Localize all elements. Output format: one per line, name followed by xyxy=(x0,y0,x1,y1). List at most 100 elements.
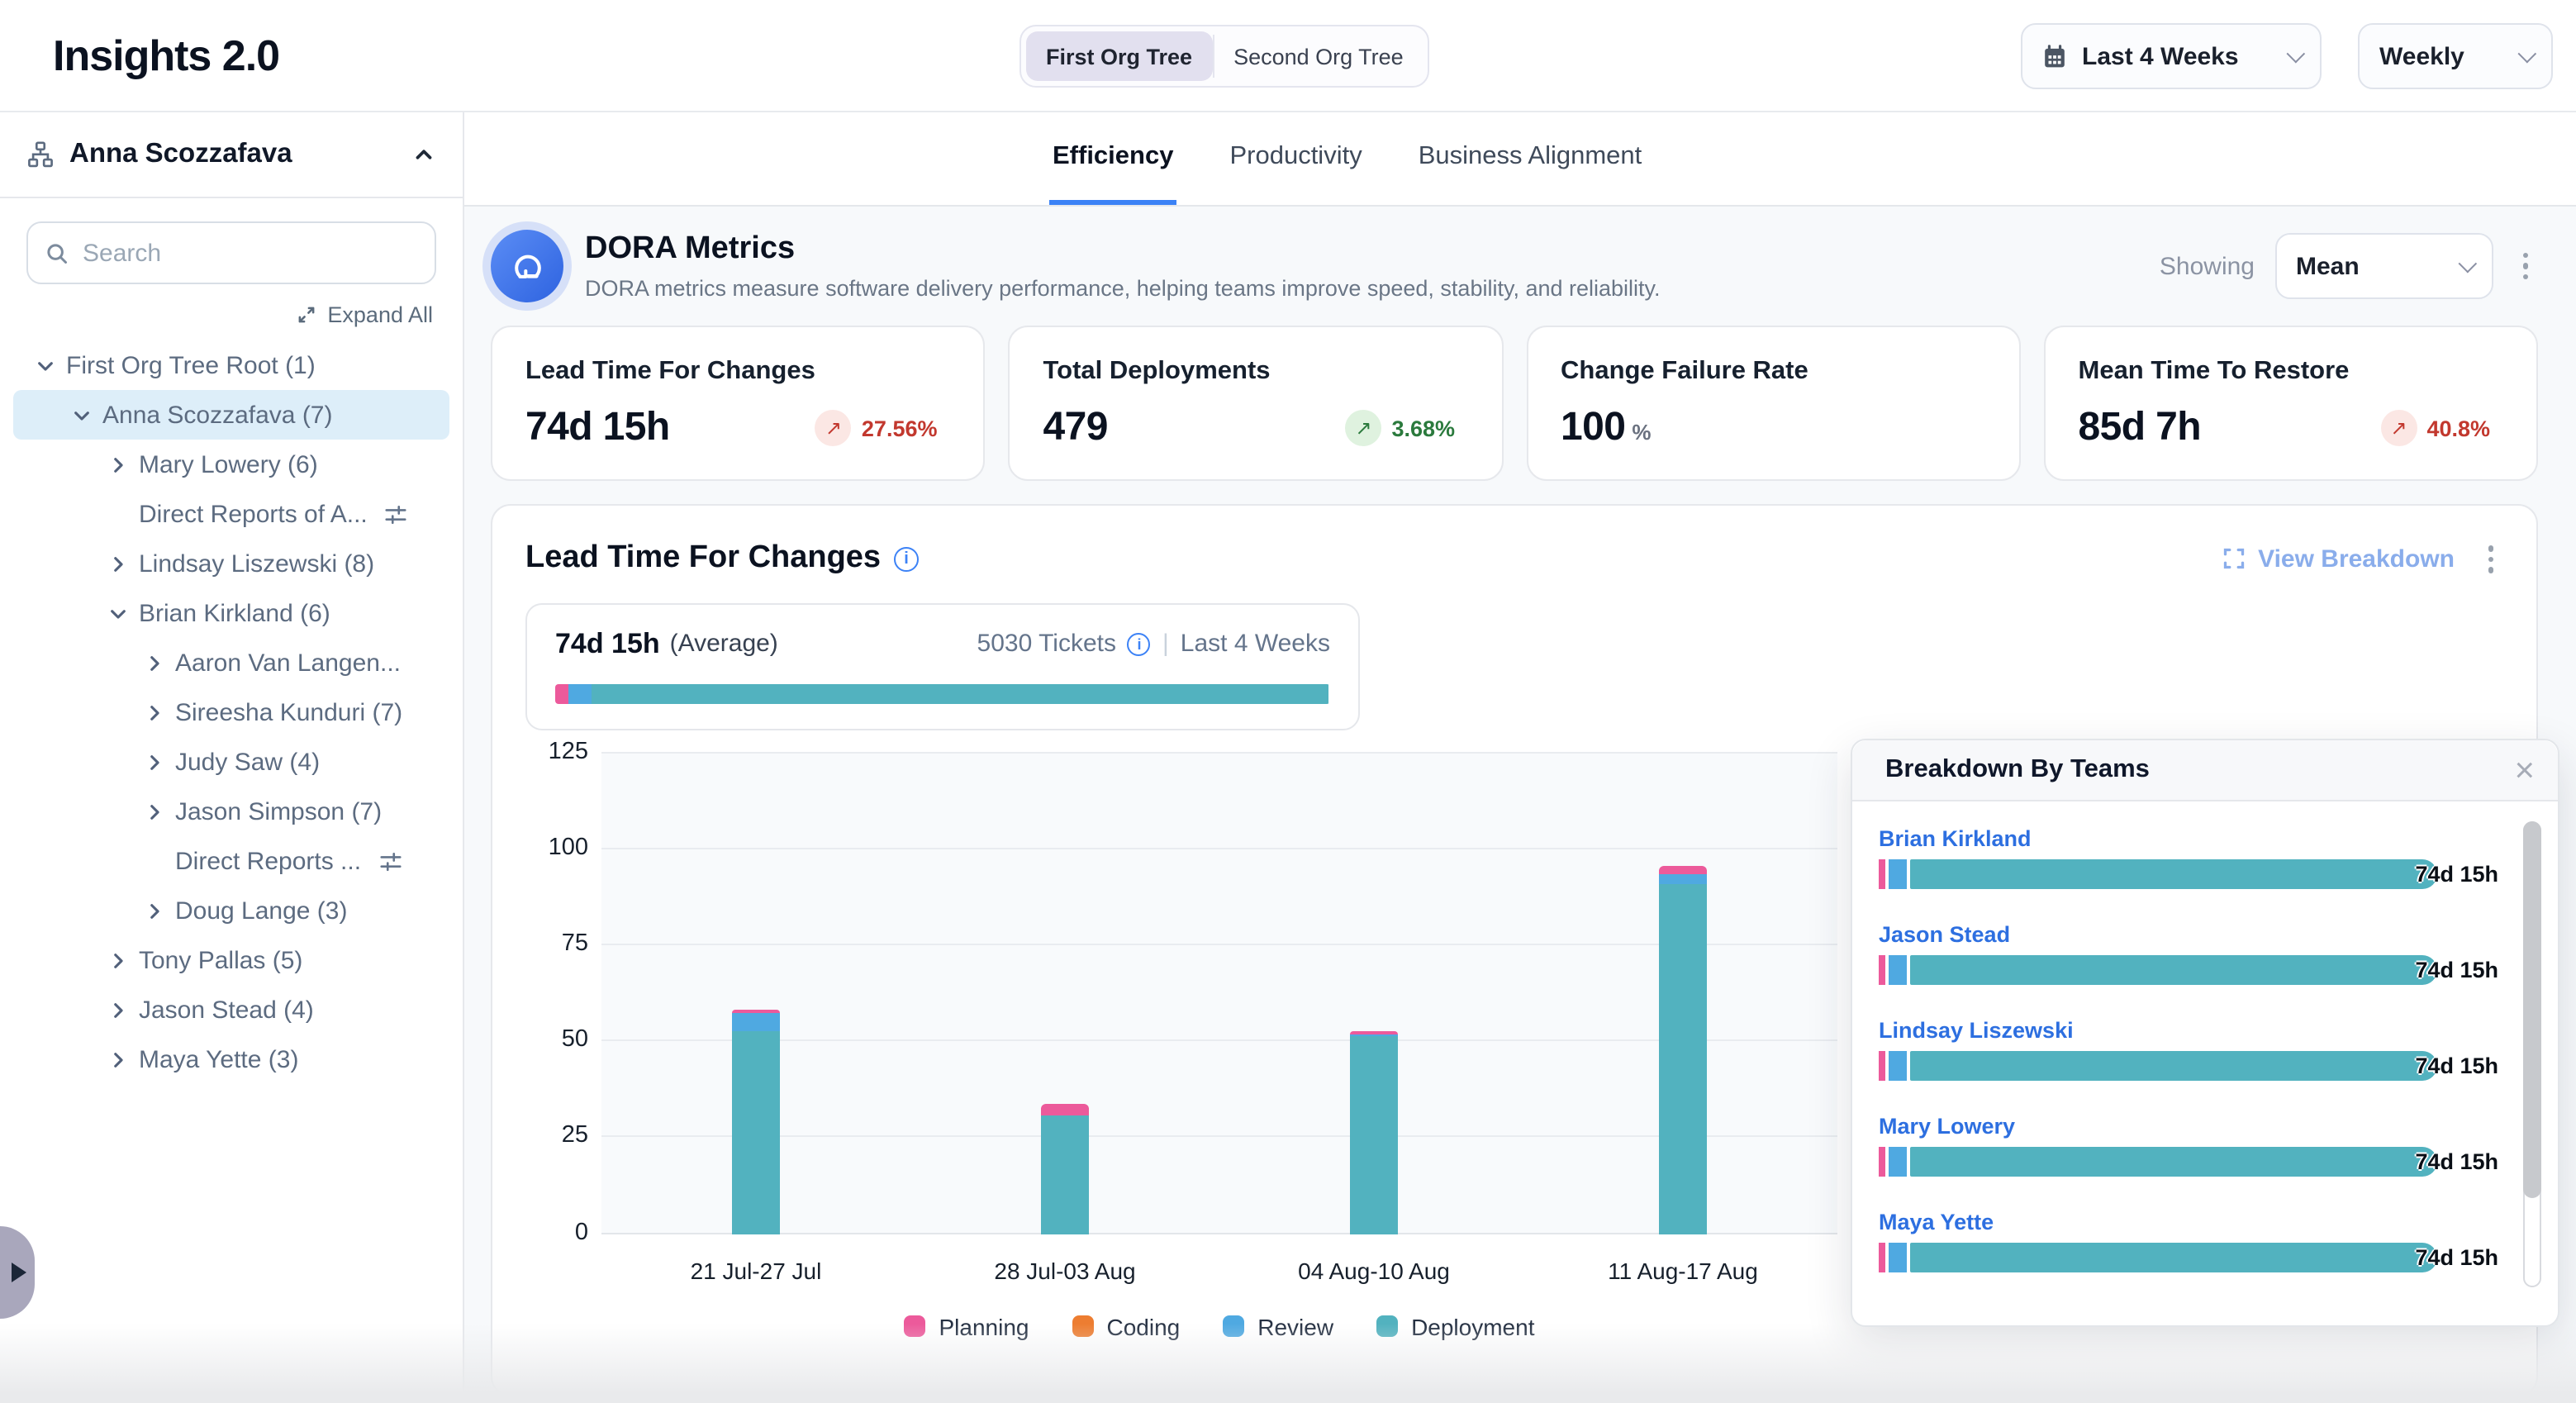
scrollbar-thumb[interactable] xyxy=(2523,821,2541,1198)
org-chart-icon xyxy=(26,140,55,169)
chevron-right-icon[interactable] xyxy=(106,998,129,1021)
tree-item-jason-simpson[interactable]: Jason Simpson (7) xyxy=(13,787,449,836)
metric-card-lead-time-for-changes: Lead Time For Changes74d 15h↗27.56% xyxy=(491,326,986,481)
chevron-right-icon[interactable] xyxy=(142,701,165,724)
main-area: Efficiency Productivity Business Alignme… xyxy=(464,112,2576,1403)
expand-all-icon xyxy=(296,304,317,326)
chevron-down-icon[interactable] xyxy=(33,354,56,377)
team-planning-segment xyxy=(1879,1051,1885,1081)
chevron-right-icon[interactable] xyxy=(106,453,129,476)
chevron-up-icon[interactable] xyxy=(411,142,436,167)
team-review-segment xyxy=(1889,859,1907,889)
legend-swatch-deployment xyxy=(1376,1315,1398,1337)
showing-label: Showing xyxy=(2160,252,2255,280)
dora-header: DORA Metrics DORA metrics measure softwa… xyxy=(491,230,2538,302)
x-axis-label-21-jul-27-jul: 21 Jul-27 Jul xyxy=(640,1257,872,1283)
tree-item-direct-reports[interactable]: Direct Reports ... xyxy=(13,836,449,886)
x-axis-label-28-jul-03-aug: 28 Jul-03 Aug xyxy=(949,1257,1181,1283)
tree-item-brian-kirkland[interactable]: Brian Kirkland (6) xyxy=(13,588,449,638)
bar-11-aug-17-aug-review xyxy=(1659,875,1707,884)
tabset: Efficiency Productivity Business Alignme… xyxy=(1049,112,1645,205)
sidebar-user-header[interactable]: Anna Scozzafava xyxy=(0,112,463,198)
tree-item-sireesha-kunduri[interactable]: Sireesha Kunduri (7) xyxy=(13,687,449,737)
toggle-divider xyxy=(1212,35,1214,78)
gridline-25 xyxy=(601,1136,1837,1138)
chevron-right-icon[interactable] xyxy=(106,949,129,972)
metric-card-value: 85d 7h xyxy=(2079,405,2201,451)
granularity-dropdown[interactable]: Weekly xyxy=(2358,23,2553,89)
expand-all-button[interactable]: Expand All xyxy=(0,302,433,327)
view-breakdown-button[interactable]: View Breakdown xyxy=(2222,545,2455,573)
date-range-dropdown[interactable]: Last 4 Weeks xyxy=(2021,23,2322,89)
legend-item-coding: Coding xyxy=(1072,1313,1181,1339)
tree-item-aaron-van-langen[interactable]: Aaron Van Langen... xyxy=(13,638,449,687)
tree-item-tony-pallas[interactable]: Tony Pallas (5) xyxy=(13,935,449,985)
tree-item-jason-stead[interactable]: Jason Stead (4) xyxy=(13,985,449,1034)
team-link[interactable]: Brian Kirkland xyxy=(1879,826,2558,851)
chevron-down-icon[interactable] xyxy=(69,403,93,426)
tree-item-anna-scozzafava[interactable]: Anna Scozzafava (7) xyxy=(13,390,449,440)
tree-item-maya-yette[interactable]: Maya Yette (3) xyxy=(13,1034,449,1084)
tree-item-label: Brian Kirkland (6) xyxy=(139,599,330,627)
tabs-row: Efficiency Productivity Business Alignme… xyxy=(464,112,2576,207)
calendar-icon xyxy=(2042,44,2067,69)
chevron-right-icon[interactable] xyxy=(106,552,129,575)
lead-time-header: Lead Time For Changes i View Breakdown xyxy=(525,535,2503,583)
lead-time-menu-button[interactable] xyxy=(2478,535,2503,583)
tree-item-label: Mary Lowery (6) xyxy=(139,450,318,478)
dora-menu-button[interactable] xyxy=(2512,243,2538,290)
chart-legend: PlanningCodingReviewDeployment xyxy=(601,1313,1837,1339)
team-review-segment xyxy=(1889,1051,1907,1081)
tree-item-lindsay-liszewski[interactable]: Lindsay Liszewski (8) xyxy=(13,539,449,588)
tree-item-doug-lange[interactable]: Doug Lange (3) xyxy=(13,886,449,935)
team-link[interactable]: Maya Yette xyxy=(1879,1210,2558,1234)
tree-item-judy-saw[interactable]: Judy Saw (4) xyxy=(13,737,449,787)
search-input[interactable] xyxy=(83,239,418,267)
bar-28-jul-03-aug-planning xyxy=(1041,1104,1089,1116)
chevron-right-icon[interactable] xyxy=(142,750,165,773)
team-link[interactable]: Mary Lowery xyxy=(1879,1114,2558,1139)
tree-item-label: Anna Scozzafava (7) xyxy=(102,401,333,429)
close-icon[interactable]: × xyxy=(2514,753,2535,787)
trend-percent: 40.8% xyxy=(2426,416,2490,440)
filter-sliders-icon[interactable] xyxy=(378,849,402,873)
legend-label: Coding xyxy=(1107,1313,1181,1339)
chevron-right-icon[interactable] xyxy=(106,1048,129,1071)
info-icon[interactable]: i xyxy=(1128,632,1151,655)
breakdown-item-maya-yette: Maya Yette74d 15h xyxy=(1879,1210,2558,1272)
team-review-segment xyxy=(1889,1147,1907,1177)
team-link[interactable]: Lindsay Liszewski xyxy=(1879,1018,2558,1043)
tree-item-mary-lowery[interactable]: Mary Lowery (6) xyxy=(13,440,449,489)
tab-efficiency[interactable]: Efficiency xyxy=(1049,112,1176,205)
info-icon[interactable]: i xyxy=(894,547,919,572)
bar-11-aug-17-aug-planning xyxy=(1659,865,1707,874)
toggle-first-org-tree[interactable]: First Org Tree xyxy=(1026,31,1212,81)
team-link[interactable]: Jason Stead xyxy=(1879,922,2558,947)
summary-qualifier: (Average) xyxy=(670,630,778,658)
toggle-second-org-tree[interactable]: Second Org Tree xyxy=(1214,31,1423,81)
breakdown-item-jason-stead: Jason Stead 74d 15h xyxy=(1879,922,2558,985)
date-range-value: Last 4 Weeks xyxy=(2082,42,2239,70)
trend-badge: ↗3.68% xyxy=(1345,410,1455,446)
chevron-right-icon[interactable] xyxy=(142,800,165,823)
metric-card-value: 100% xyxy=(1561,405,1651,451)
breakdown-scrollbar[interactable] xyxy=(2523,821,2541,1287)
chevron-right-icon[interactable] xyxy=(142,899,165,922)
metric-value-text: 74d 15h xyxy=(525,405,670,449)
team-value: 74d 15h xyxy=(2415,958,2498,982)
tree-item-first-org-tree-root[interactable]: First Org Tree Root (1) xyxy=(13,340,449,390)
showing-dropdown[interactable]: Mean xyxy=(2274,233,2493,299)
chevron-right-icon[interactable] xyxy=(142,651,165,674)
granularity-value: Weekly xyxy=(2379,42,2464,70)
team-planning-segment xyxy=(1879,859,1885,889)
tree-item-direct-reports-of-a[interactable]: Direct Reports of A... xyxy=(13,489,449,539)
app-window: Insights 2.0 First Org Tree Second Org T… xyxy=(0,0,2576,1403)
legend-swatch-coding xyxy=(1072,1315,1094,1337)
metric-card-title: Total Deployments xyxy=(1043,357,1469,387)
tab-productivity[interactable]: Productivity xyxy=(1226,112,1365,205)
chevron-down-icon[interactable] xyxy=(106,602,129,625)
tab-business-alignment[interactable]: Business Alignment xyxy=(1415,112,1646,205)
breakdown-item-lindsay-liszewski: Lindsay Liszewski74d 15h xyxy=(1879,1018,2558,1081)
filter-sliders-icon[interactable] xyxy=(384,502,409,526)
sidebar-search xyxy=(26,221,436,284)
